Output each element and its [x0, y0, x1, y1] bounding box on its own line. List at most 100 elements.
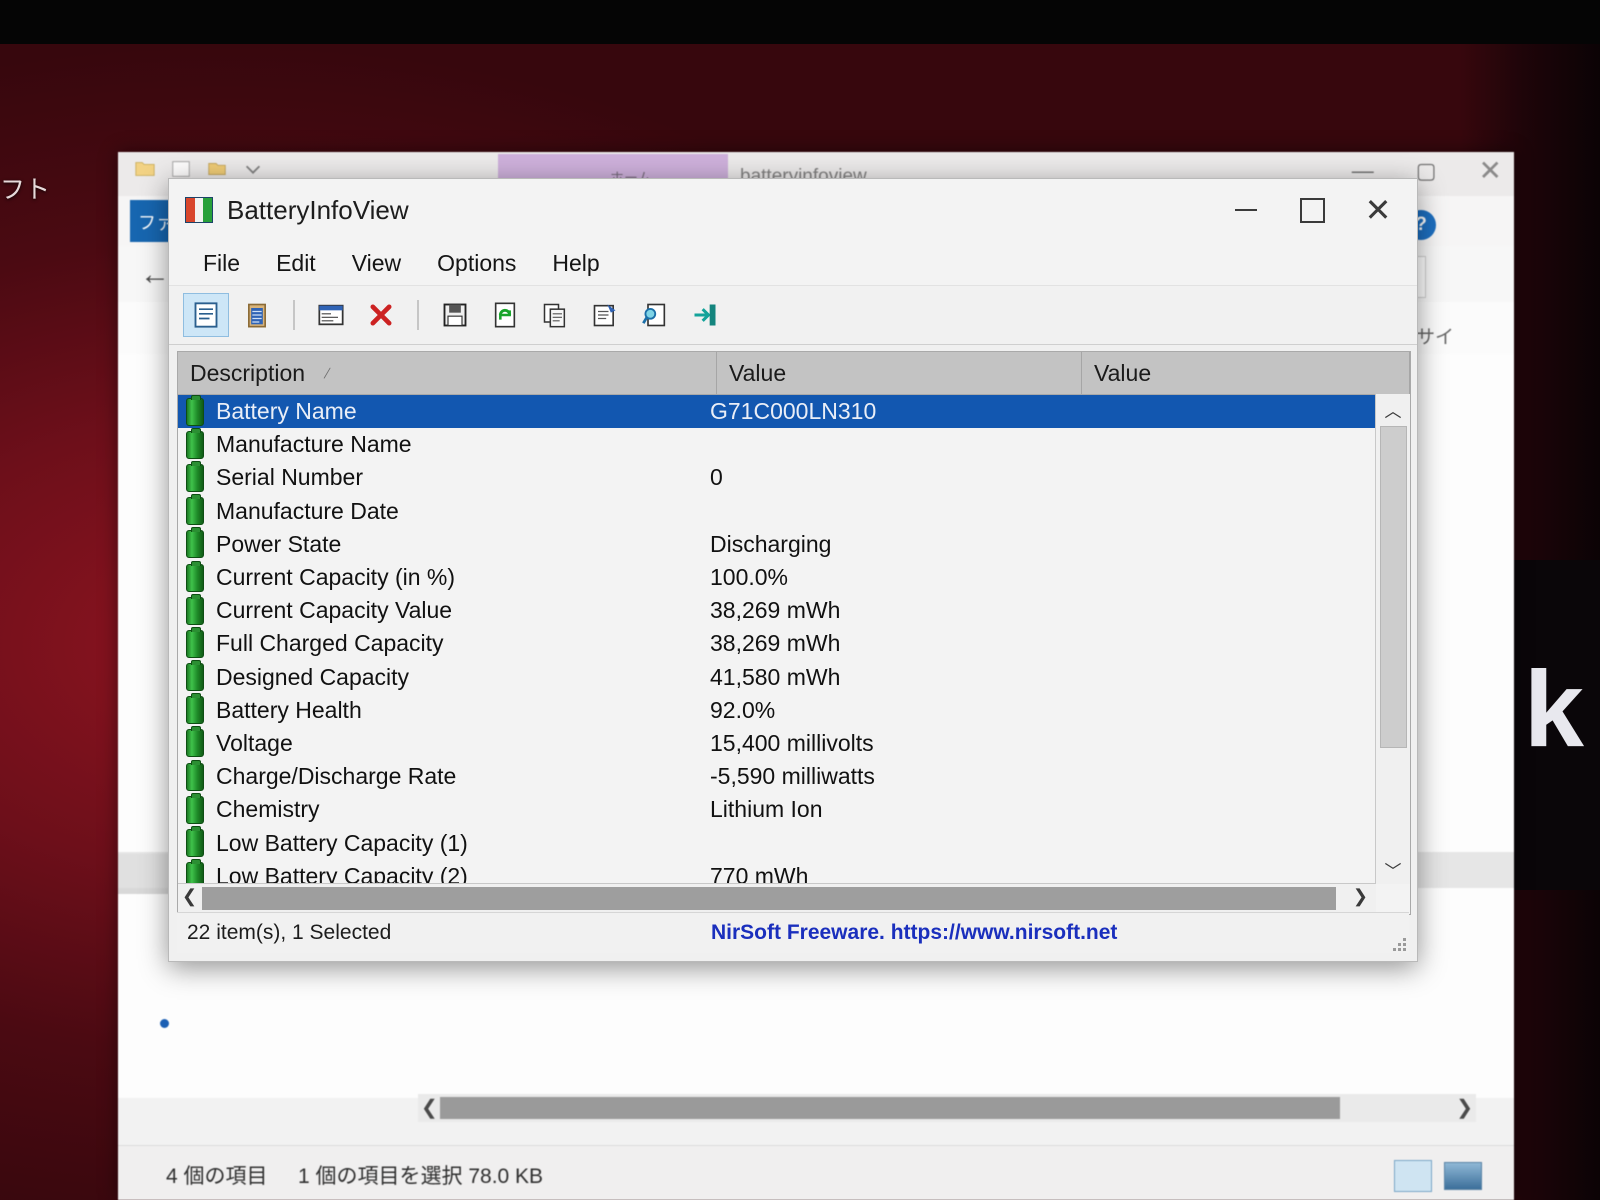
menu-item-edit[interactable]: Edit [258, 250, 334, 277]
menu-item-file[interactable]: File [185, 250, 258, 277]
battery-icon [186, 560, 204, 592]
table-row[interactable]: Full Charged Capacity 38,269 mWh [178, 626, 1410, 660]
explorer-scroll-thumb[interactable] [440, 1097, 1340, 1119]
table-row[interactable]: Low Battery Capacity (1) [178, 826, 1410, 859]
toolbar[interactable] [169, 285, 1417, 345]
maximize-button[interactable] [1279, 179, 1345, 241]
row-description: Serial Number [216, 464, 363, 491]
menu-item-view[interactable]: View [334, 250, 419, 277]
properties-icon[interactable] [206, 158, 228, 180]
column-header-value-1[interactable]: Value [717, 352, 1082, 394]
find-icon[interactable] [633, 294, 677, 336]
column-header-description[interactable]: Description ⁄ [178, 352, 717, 394]
refresh-icon[interactable] [483, 294, 527, 336]
explorer-close-button[interactable]: ✕ [1479, 157, 1502, 185]
scroll-left-arrow[interactable]: ❮ [182, 886, 197, 907]
table-row[interactable]: Manufacture Name [178, 427, 1410, 461]
explorer-column-header-size[interactable]: サイ [1416, 322, 1454, 349]
delete-icon[interactable] [359, 294, 403, 336]
save-icon[interactable] [433, 294, 477, 336]
battery-icon [186, 427, 204, 459]
desktop-icon-label: フト [0, 176, 51, 204]
minimize-button[interactable] [1213, 179, 1279, 241]
close-button[interactable]: ✕ [1345, 179, 1411, 241]
row-value: Lithium Ion [710, 796, 823, 823]
explorer-scroll-left-arrow[interactable]: ❮ [421, 1095, 438, 1120]
battery-icon [186, 494, 204, 526]
battery-icon [186, 527, 204, 559]
horizontal-scroll-thumb[interactable] [202, 887, 1336, 910]
row-description: Current Capacity Value [216, 597, 453, 624]
row-description: Current Capacity (in %) [216, 564, 456, 591]
table-row[interactable]: Power State Discharging [178, 527, 1410, 561]
explorer-scroll-right-arrow[interactable]: ❯ [1456, 1095, 1473, 1120]
html-report-icon[interactable] [583, 294, 627, 336]
vertical-scroll-thumb[interactable] [1380, 426, 1407, 748]
close-icon: ✕ [1364, 192, 1392, 228]
explorer-quick-access-toolbar[interactable] [134, 158, 264, 180]
row-value: -5,590 milliwatts [710, 763, 875, 790]
menu-item-options[interactable]: Options [419, 250, 534, 277]
new-folder-icon[interactable] [170, 158, 192, 180]
row-value: 38,269 mWh [710, 630, 841, 657]
nirsoft-link[interactable]: NirSoft Freeware. https://www.nirsoft.ne… [711, 921, 1117, 945]
row-description: Manufacture Name [216, 431, 412, 458]
battery-icon [186, 394, 204, 426]
battery-icon [186, 626, 204, 658]
row-description: Low Battery Capacity (1) [216, 829, 468, 856]
scroll-up-arrow[interactable]: ︿ [1376, 394, 1410, 424]
row-value: 15,400 millivolts [710, 729, 874, 756]
copy-icon[interactable] [533, 294, 577, 336]
scroll-down-arrow[interactable]: ﹀ [1376, 854, 1410, 884]
battery-icon [186, 660, 204, 692]
menu-bar[interactable]: File Edit View Options Help [169, 241, 1417, 285]
list-column-headers[interactable]: Description ⁄ Value Value [178, 352, 1410, 395]
resize-grip-icon[interactable] [1390, 935, 1406, 951]
maximize-icon [1299, 197, 1325, 223]
row-value: 0 [710, 464, 723, 491]
explorer-maximize-button[interactable]: ▢ [1416, 160, 1437, 182]
battery-info-list[interactable]: Description ⁄ Value Value Battery Name G7… [177, 351, 1411, 915]
table-row[interactable]: Battery Name G71C000LN310 [178, 394, 1410, 429]
explorer-view-toggles[interactable] [1394, 1160, 1482, 1192]
table-row[interactable]: Serial Number 0 [178, 460, 1410, 494]
window-buttons[interactable]: ✕ [1213, 179, 1411, 241]
scroll-right-arrow[interactable]: ❯ [1353, 886, 1368, 907]
table-row[interactable]: Battery Health 92.0% [178, 693, 1410, 727]
table-row[interactable]: Chemistry Lithium Ion [178, 792, 1410, 826]
details-view-icon[interactable] [1394, 1160, 1432, 1192]
batteryinfoview-icon [185, 197, 213, 223]
table-row[interactable]: Current Capacity Value 38,269 mWh [178, 593, 1410, 627]
row-description: Charge/Discharge Rate [216, 763, 457, 790]
window-report-icon[interactable] [309, 294, 353, 336]
explorer-horizontal-scrollbar[interactable]: ❮ ❯ [418, 1094, 1476, 1122]
row-description: Voltage [216, 729, 293, 756]
row-description: Battery Health [216, 696, 362, 723]
table-row[interactable]: Manufacture Date [178, 494, 1410, 528]
row-description: Power State [216, 530, 342, 557]
horizontal-scrollbar[interactable]: ❮ ❯ [178, 883, 1376, 914]
clipboard-report-icon[interactable] [235, 294, 279, 336]
table-row[interactable]: Current Capacity (in %) 100.0% [178, 560, 1410, 594]
batteryinfoview-title-bar[interactable]: BatteryInfoView ✕ [169, 179, 1417, 241]
customize-chevron-icon[interactable] [242, 158, 264, 180]
column-header-value-1-label: Value [729, 359, 787, 386]
battery-icon [186, 460, 204, 492]
list-rows[interactable]: Battery Name G71C000LN310 Manufacture Name… [178, 394, 1410, 914]
table-row[interactable]: Charge/Discharge Rate -5,590 milliwatts [178, 759, 1410, 793]
table-row[interactable]: Designed Capacity 41,580 mWh [178, 660, 1410, 694]
large-icons-view-icon[interactable] [1444, 1162, 1482, 1190]
table-row[interactable]: Voltage 15,400 millivolts [178, 726, 1410, 760]
exit-icon[interactable] [683, 294, 727, 336]
row-description: Battery Name [216, 398, 357, 425]
explorer-item-count: 4 個の項目 [166, 1165, 268, 1188]
status-bar: 22 item(s), 1 Selected NirSoft Freeware.… [177, 912, 1409, 953]
explorer-back-button[interactable]: ← [140, 258, 170, 292]
screen: k フト ホーム batteryinfoview [0, 0, 1600, 1200]
vertical-scrollbar[interactable]: ︿ ﹀ [1375, 394, 1410, 884]
minimize-icon [1235, 209, 1257, 211]
menu-item-help[interactable]: Help [534, 250, 617, 277]
column-header-value-2[interactable]: Value [1082, 352, 1410, 394]
properties-icon[interactable] [183, 293, 229, 337]
batteryinfoview-window[interactable]: BatteryInfoView ✕ File Edit View Options… [168, 178, 1418, 962]
